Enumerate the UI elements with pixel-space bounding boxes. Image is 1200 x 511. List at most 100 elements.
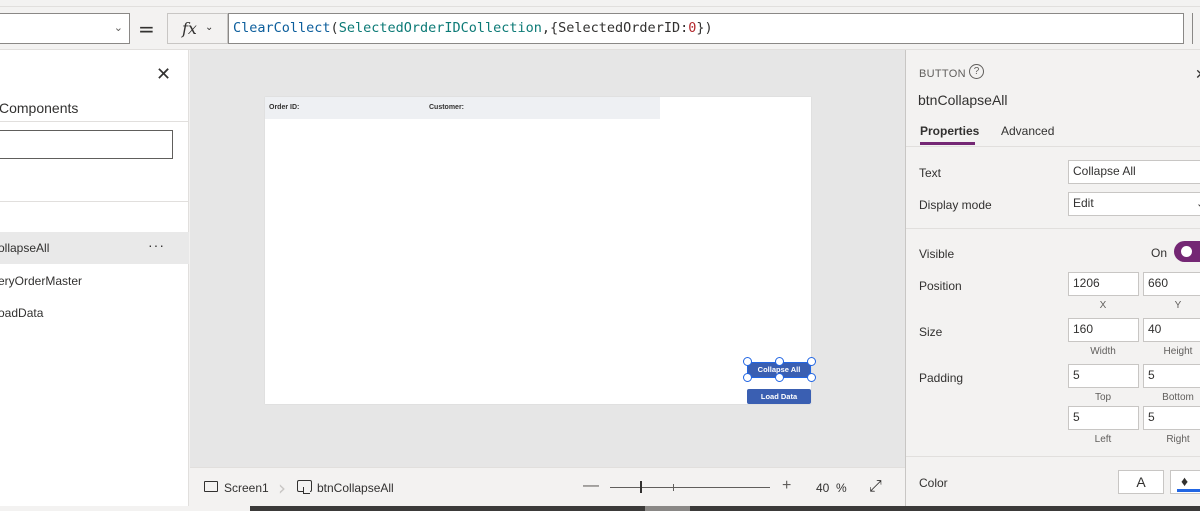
- zoom-slider[interactable]: [610, 487, 770, 488]
- fit-to-window-icon[interactable]: ⤢: [869, 478, 882, 496]
- display-mode-label: Display mode: [919, 198, 992, 212]
- position-label: Position: [919, 279, 962, 293]
- zoom-value[interactable]: 40: [816, 481, 829, 495]
- customer-label: Customer:: [429, 104, 465, 111]
- x-sublabel: X: [1099, 300, 1107, 311]
- left-sublabel: Left: [1094, 434, 1112, 445]
- resize-handle[interactable]: [743, 373, 752, 382]
- zoom-unit: %: [836, 481, 847, 495]
- formula-expand[interactable]: [1192, 13, 1200, 44]
- help-icon[interactable]: ?: [969, 64, 984, 79]
- resize-handle[interactable]: [743, 357, 752, 366]
- display-mode-select[interactable]: Edit: [1068, 192, 1200, 216]
- zoom-slider-tick: [673, 484, 674, 491]
- screen-icon: [204, 481, 218, 492]
- text-label: Text: [919, 166, 942, 180]
- size-width-input[interactable]: 160: [1068, 318, 1139, 342]
- breadcrumb-control[interactable]: btnCollapseAll: [317, 481, 394, 495]
- chevron-down-icon: ⌄: [1196, 197, 1200, 210]
- load-data-button[interactable]: Load Data: [747, 389, 811, 404]
- tree-view-title: Components: [0, 100, 79, 116]
- padding-left-input[interactable]: 5: [1068, 406, 1139, 430]
- visible-label: Visible: [919, 247, 955, 261]
- tab-properties[interactable]: Properties: [920, 124, 979, 138]
- tree-item-galleryordermaster[interactable]: eryOrderMaster: [0, 265, 189, 297]
- formula-collection: SelectedOrderIDCollection: [338, 20, 542, 36]
- formula-field: SelectedOrderID: [558, 20, 681, 36]
- tree-item-btncollapseall[interactable]: ollapseAll ···: [0, 232, 189, 264]
- control-type: BUTTON: [919, 68, 966, 80]
- close-icon[interactable]: ✕: [1195, 66, 1200, 83]
- gallery-order-master[interactable]: Order ID: Customer:: [265, 97, 660, 119]
- top-sublabel: Top: [1094, 392, 1112, 403]
- breadcrumb-separator-icon: ›: [278, 476, 286, 500]
- search-input[interactable]: [0, 130, 173, 159]
- formula-bar: ⌄ = fx ⌄ ClearCollect(SelectedOrderIDCol…: [0, 0, 1200, 50]
- chevron-down-icon: ⌄: [205, 22, 214, 33]
- divider: [906, 146, 1200, 147]
- visible-state: On: [1151, 246, 1168, 260]
- resize-handle[interactable]: [775, 357, 784, 366]
- scrollbar-track: [250, 506, 1200, 511]
- position-x-input[interactable]: 1206: [1068, 272, 1139, 296]
- tree-item-label: eryOrderMaster: [0, 274, 83, 288]
- padding-label: Padding: [919, 371, 964, 385]
- formula-input[interactable]: ClearCollect(SelectedOrderIDCollection,{…: [228, 13, 1184, 44]
- divider: [0, 121, 189, 122]
- order-id-label: Order ID:: [269, 104, 300, 111]
- scrollbar-thumb[interactable]: [645, 506, 690, 511]
- more-options-icon[interactable]: ···: [148, 237, 165, 253]
- padding-right-input[interactable]: 5: [1143, 406, 1200, 430]
- resize-handle[interactable]: [807, 357, 816, 366]
- zoom-out-icon[interactable]: —: [583, 477, 599, 495]
- button-control-icon: [297, 480, 312, 494]
- top-divider: [0, 6, 1200, 7]
- tree-item-label: oadData: [0, 306, 44, 320]
- formula-punct: }): [696, 20, 713, 36]
- divider: [0, 201, 189, 202]
- resize-handle[interactable]: [775, 373, 784, 382]
- app-screen[interactable]: Order ID: Customer: Collapse All Load Da…: [265, 97, 816, 404]
- position-y-input[interactable]: 660: [1143, 272, 1200, 296]
- divider: [906, 456, 1200, 457]
- formula-punct: :: [680, 20, 689, 36]
- formula-punct: ,{: [541, 20, 559, 36]
- right-sublabel: Right: [1166, 434, 1190, 445]
- canvas-area: Order ID: Customer: Collapse All Load Da…: [190, 50, 905, 467]
- text-color-button[interactable]: A: [1118, 470, 1164, 494]
- y-sublabel: Y: [1174, 300, 1182, 311]
- chevron-down-icon: ⌄: [113, 22, 123, 34]
- horizontal-scrollbar[interactable]: [0, 506, 1200, 511]
- tree-item-btnloaddata[interactable]: oadData: [0, 297, 189, 329]
- divider: [906, 228, 1200, 229]
- width-sublabel: Width: [1090, 346, 1116, 357]
- canvas-status-bar: Screen1 › btnCollapseAll — + 40 % ⤢: [190, 467, 905, 506]
- size-height-input[interactable]: 40: [1143, 318, 1200, 342]
- property-dropdown[interactable]: ⌄: [0, 13, 130, 44]
- tree-view-panel: › ✕ Components ollapseAll ··· eryOrderMa…: [0, 50, 189, 506]
- paint-bucket-icon: ♦: [1181, 473, 1189, 489]
- visible-toggle[interactable]: [1174, 241, 1200, 262]
- equals-sign: =: [138, 17, 155, 41]
- control-name[interactable]: btnCollapseAll: [918, 92, 1008, 108]
- tab-advanced[interactable]: Advanced: [1001, 124, 1054, 138]
- active-tab-indicator: [920, 142, 975, 145]
- fx-icon: fx: [182, 19, 197, 38]
- text-field[interactable]: Collapse All: [1068, 160, 1200, 184]
- padding-top-input[interactable]: 5: [1068, 364, 1139, 388]
- height-sublabel: Height: [1163, 346, 1193, 357]
- zoom-slider-thumb[interactable]: [640, 481, 642, 493]
- zoom-in-icon[interactable]: +: [782, 477, 791, 495]
- breadcrumb-screen[interactable]: Screen1: [224, 481, 269, 495]
- fill-color-button[interactable]: ♦: [1170, 470, 1200, 494]
- fx-button[interactable]: fx ⌄: [167, 13, 228, 44]
- bottom-sublabel: Bottom: [1162, 392, 1194, 403]
- padding-bottom-input[interactable]: 5: [1143, 364, 1200, 388]
- size-label: Size: [919, 325, 943, 339]
- properties-panel: BUTTON ? ✕ btnCollapseAll Properties Adv…: [905, 50, 1200, 506]
- close-icon[interactable]: ✕: [156, 64, 171, 85]
- resize-handle[interactable]: [807, 373, 816, 382]
- formula-punct: (: [330, 20, 339, 36]
- formula-function: ClearCollect: [233, 20, 331, 36]
- color-label: Color: [919, 476, 948, 490]
